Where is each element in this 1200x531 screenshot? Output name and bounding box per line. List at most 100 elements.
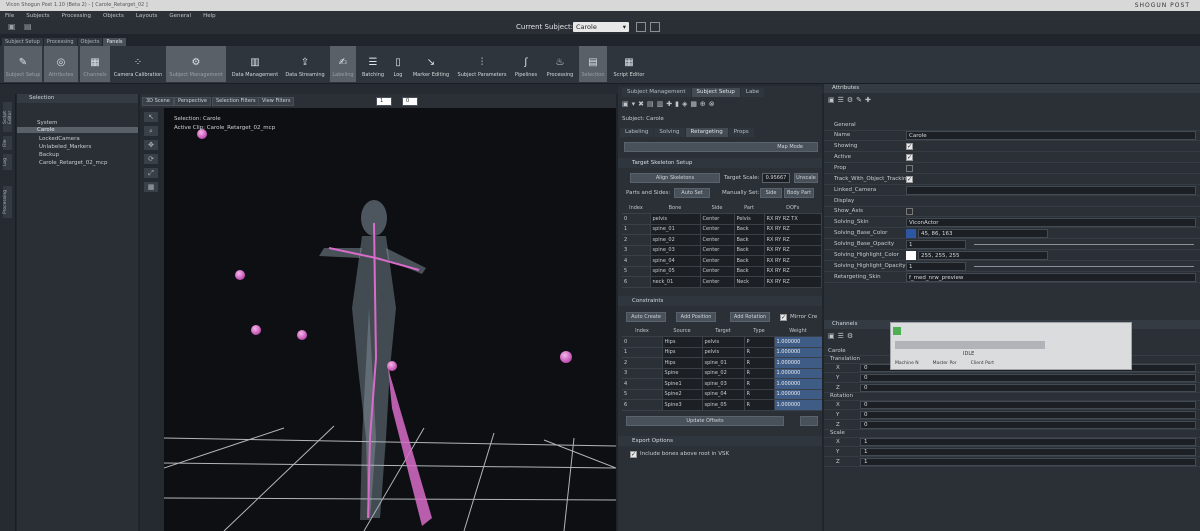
- move-tool-icon[interactable]: ✥: [144, 140, 158, 150]
- ribbon-channels-button[interactable]: ▦ Channels: [80, 46, 110, 82]
- showing-checkbox[interactable]: ✓: [906, 143, 913, 150]
- ribbon-log-button[interactable]: ▯ Log: [389, 46, 407, 82]
- ribbon-tab-objects[interactable]: Objects: [77, 38, 103, 46]
- panel-toolbar-icons[interactable]: ▣▾✖▤▥✚▮◈▦⊕⊗: [622, 100, 718, 108]
- select-tool-icon[interactable]: ↖: [144, 112, 158, 122]
- base-color-field[interactable]: 45, 86, 163: [918, 229, 1048, 238]
- ribbon-tab-subject-setup[interactable]: Subject Setup: [2, 38, 43, 46]
- marker-ball[interactable]: [235, 270, 245, 280]
- subject-add-icon[interactable]: [636, 22, 646, 32]
- scale-section[interactable]: Scale: [830, 430, 845, 436]
- ribbon-batching-button[interactable]: ☰ Batching: [360, 46, 386, 82]
- ribbon-camera-calibration-button[interactable]: ⁘ Camera Calibration: [112, 46, 164, 82]
- bone-row[interactable]: 2 spine_02 Center Back RX RY RZ: [622, 234, 822, 246]
- connection-popup[interactable]: IDLE Machine N Master Por Client Port: [890, 322, 1132, 370]
- tab-labeling[interactable]: Labe: [740, 88, 765, 97]
- base-opacity-field[interactable]: 1: [906, 240, 966, 249]
- marker-ball[interactable]: [387, 361, 397, 371]
- grid-tool-icon[interactable]: ▦: [144, 182, 158, 192]
- constraint-row[interactable]: 1 Hips pelvis R 1.000000: [622, 346, 822, 358]
- menu-subjects[interactable]: Subjects: [26, 13, 49, 19]
- ribbon-subject-parameters-button[interactable]: ⫶ Subject Parameters: [456, 46, 508, 82]
- base-opacity-slider[interactable]: [974, 244, 1194, 245]
- general-section[interactable]: General: [834, 122, 856, 128]
- rotate-tool-icon[interactable]: ⟳: [144, 154, 158, 164]
- marker-ball[interactable]: [560, 351, 572, 363]
- constraint-row[interactable]: 6 Spine3 spine_05 R 1.000000: [622, 399, 822, 411]
- rx-field[interactable]: 0: [860, 401, 1196, 409]
- tab-subject-setup[interactable]: Subject Setup: [691, 88, 740, 97]
- rotation-section[interactable]: Rotation: [830, 393, 853, 399]
- tree-item-unlabeled-markers[interactable]: Unlabeled_Markers: [39, 144, 91, 150]
- ribbon-subject-management-button[interactable]: ⚙ Subject Management: [166, 46, 226, 82]
- marker-ball[interactable]: [297, 330, 307, 340]
- bone-row[interactable]: 5 spine_05 Center Back RX RY RZ: [622, 265, 822, 277]
- menu-help[interactable]: Help: [203, 13, 216, 19]
- mirror-checkbox[interactable]: ✓: [780, 314, 787, 321]
- display-section[interactable]: Display: [834, 198, 854, 204]
- constraint-row[interactable]: 3 Spine spine_02 R 1.000000: [622, 367, 822, 379]
- marker-ball[interactable]: [251, 325, 261, 335]
- tab-script-editor[interactable]: Script Editor: [3, 102, 13, 132]
- highlight-color-swatch[interactable]: [906, 251, 916, 260]
- bone-row[interactable]: 0 pelvis Center Pelvis RX RY RZ TX: [622, 213, 822, 225]
- subject-grid-icon[interactable]: [650, 22, 660, 32]
- sz-field[interactable]: 1: [860, 458, 1196, 466]
- constraints-section[interactable]: Constraints: [618, 296, 822, 306]
- menu-general[interactable]: General: [169, 13, 191, 19]
- show-axis-checkbox[interactable]: [906, 208, 913, 215]
- frame-field-1[interactable]: 1: [376, 97, 392, 106]
- ribbon-data-streaming-button[interactable]: ⇪ Data Streaming: [283, 46, 327, 82]
- view-filters-button[interactable]: View Filters: [258, 97, 295, 106]
- tree-item-locked-camera[interactable]: LockedCamera: [39, 136, 80, 142]
- subtab-props[interactable]: Props: [728, 128, 754, 137]
- highlight-color-field[interactable]: 255, 255, 255: [918, 251, 1048, 260]
- menu-layouts[interactable]: Layouts: [136, 13, 158, 19]
- bone-row[interactable]: 3 spine_03 Center Back RX RY RZ: [622, 244, 822, 256]
- zoom-tool-icon[interactable]: ⌕: [144, 126, 158, 136]
- map-mode-button[interactable]: Map Mode: [624, 142, 818, 152]
- side-select[interactable]: Side: [760, 188, 782, 198]
- scale-tool-icon[interactable]: ⤢: [144, 168, 158, 178]
- track-checkbox[interactable]: ✓: [906, 176, 913, 183]
- new-file-icon[interactable]: ▣: [8, 22, 18, 32]
- channels-toolbar-icons[interactable]: ▣☰⚙: [828, 332, 856, 340]
- ribbon-labeling-button[interactable]: ✍ Labeling: [330, 46, 356, 82]
- subtab-solving[interactable]: Solving: [654, 128, 685, 137]
- tree-item-carole[interactable]: Carole: [17, 127, 138, 133]
- auto-create-button[interactable]: Auto Create: [626, 312, 666, 322]
- ribbon-pipelines-button[interactable]: ʃ Pipelines: [512, 46, 540, 82]
- add-position-button[interactable]: Add Position: [676, 312, 716, 322]
- selection-filters-button[interactable]: Selection Filters: [212, 97, 260, 106]
- retarget-skin-field[interactable]: f_med_nrw_preview: [906, 273, 1196, 282]
- menu-objects[interactable]: Objects: [103, 13, 124, 19]
- bone-row[interactable]: 6 neck_01 Center Neck RX RY RZ: [622, 276, 822, 288]
- export-options-section[interactable]: Export Options: [618, 436, 822, 446]
- prop-checkbox[interactable]: [906, 165, 913, 172]
- ribbon-tab-panels[interactable]: Panels: [103, 38, 126, 46]
- extra-button[interactable]: [800, 416, 818, 426]
- ribbon-subject-setup-button[interactable]: ✎ Subject Setup: [4, 46, 42, 82]
- 3d-viewport[interactable]: Selection: Carole Active Clip: Carole_Re…: [164, 108, 616, 531]
- ty-field[interactable]: 0: [860, 374, 1196, 382]
- frame-field-2[interactable]: 0: [402, 97, 418, 106]
- constraint-row[interactable]: 5 Spine2 spine_04 R 1.000000: [622, 388, 822, 400]
- highlight-opacity-slider[interactable]: [974, 266, 1194, 267]
- unscale-button[interactable]: Unscale: [794, 173, 818, 183]
- constraint-row[interactable]: 2 Hips spine_01 R 1.000000: [622, 357, 822, 369]
- add-rotation-button[interactable]: Add Rotation: [730, 312, 770, 322]
- sx-field[interactable]: 1: [860, 438, 1196, 446]
- tree-item-clip[interactable]: Carole_Retarget_02_mcp: [39, 160, 107, 166]
- scene-select[interactable]: 3D Scene: [142, 97, 174, 106]
- constraint-row[interactable]: 0 Hips pelvis P 1.000000: [622, 336, 822, 348]
- translation-section[interactable]: Translation: [830, 356, 860, 362]
- sy-field[interactable]: 1: [860, 448, 1196, 456]
- subtab-retargeting[interactable]: Retargeting: [685, 128, 728, 137]
- ribbon-processing-button[interactable]: ♨ Processing: [543, 46, 577, 82]
- name-field[interactable]: Carole: [906, 131, 1196, 140]
- auto-set-button[interactable]: Auto Set: [674, 188, 710, 198]
- ribbon-marker-editing-button[interactable]: ↘ Marker Editing: [410, 46, 452, 82]
- tab-processing[interactable]: Processing: [3, 186, 12, 218]
- update-offsets-button[interactable]: Update Offsets: [626, 416, 784, 426]
- ribbon-data-management-button[interactable]: ▥ Data Management: [229, 46, 281, 82]
